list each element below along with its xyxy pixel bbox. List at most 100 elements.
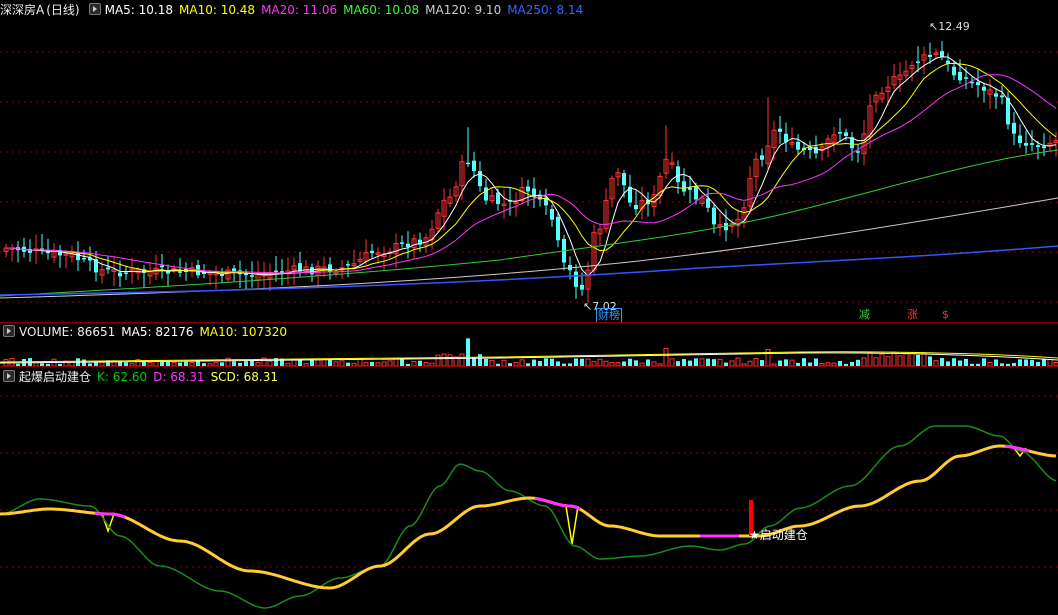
candle-body [580, 284, 584, 290]
volume-bar [903, 353, 909, 366]
indicator-scd: SCD: 68.31 [210, 370, 279, 384]
volume-bar [712, 359, 716, 366]
indicator-expand-arrow-icon[interactable] [3, 370, 15, 382]
period-label: (日线) [46, 3, 80, 17]
candle-body [694, 185, 698, 200]
candle-body [994, 93, 998, 97]
volume-bar [867, 352, 873, 366]
candle-body [1042, 146, 1046, 149]
expand-arrow-icon[interactable] [88, 3, 101, 15]
indicator-pane[interactable]: 起爆启动建仓 K: 62.60 D: 68.31 SCD: 68.31 ★启动建仓 [0, 366, 1058, 615]
ma5-line [6, 56, 1057, 277]
volume-bar [574, 358, 578, 366]
candle-body [1036, 145, 1040, 148]
volume-bar [873, 357, 879, 366]
volume-bar [784, 359, 788, 366]
volume-bar [1018, 359, 1022, 366]
candlestick-chart[interactable] [0, 0, 1058, 322]
volume-bar [393, 358, 399, 366]
ma60-label: MA60: 10.08 [343, 3, 420, 17]
marker-dollar[interactable]: $ [941, 308, 950, 321]
ma120-line [0, 197, 1058, 299]
volume-pane[interactable]: VOLUME: 86651 MA5: 82176 MA10: 107320 [0, 322, 1058, 366]
candle-body [484, 187, 488, 201]
marker-caibang[interactable]: 财榜 [596, 308, 622, 323]
d-highlight [94, 511, 126, 519]
volume-header: VOLUME: 86651 MA5: 82176 MA10: 107320 [0, 324, 293, 340]
candle-body [814, 146, 818, 154]
volume-bar [1042, 358, 1046, 366]
candle-body [574, 271, 578, 287]
candle-body [178, 271, 182, 273]
candle-body [118, 272, 122, 277]
candle-body [634, 204, 638, 210]
star-icon: ★ [749, 528, 760, 542]
candle-body [1012, 122, 1016, 134]
candle-body [682, 181, 686, 192]
indicator-d: D: 68.31 [153, 370, 205, 384]
ma60-line [0, 149, 1058, 297]
candle-body [106, 267, 110, 270]
candle-body [844, 132, 848, 136]
volume-bar [484, 359, 488, 366]
candle-body [1018, 135, 1022, 144]
volume-bar [706, 358, 710, 366]
candle-body [370, 250, 374, 254]
ma20-line [6, 74, 1057, 274]
high-price-label: ↖12.49 [929, 20, 970, 33]
candle-body [160, 265, 164, 268]
volume-bar [466, 338, 470, 366]
candle-body [466, 162, 470, 165]
volume-bar [544, 358, 548, 366]
indicator-chart[interactable] [0, 366, 1058, 615]
candle-body [928, 54, 932, 57]
volume-bar [753, 357, 759, 366]
candle-body [778, 128, 782, 132]
volume-bar [459, 353, 465, 366]
low-arrow-icon: ↖ [583, 300, 593, 313]
candle-body [976, 82, 980, 86]
volume-bar [717, 358, 723, 366]
candle-body [982, 86, 986, 91]
volume-bar [897, 355, 903, 366]
volume-bar [982, 358, 986, 366]
ma5-label: MA5: 10.18 [104, 3, 174, 17]
candle-body [622, 173, 626, 186]
high-arrow-icon: ↖ [929, 20, 939, 33]
volume-expand-arrow-icon[interactable] [3, 325, 15, 337]
ma10-label: MA10: 10.48 [179, 3, 256, 17]
candle-body [952, 66, 956, 76]
divergence-mark [101, 513, 115, 534]
volume-bar [478, 354, 482, 366]
volume-bar [550, 358, 554, 366]
volume-bar [891, 351, 897, 366]
candle-body [124, 272, 128, 274]
volume-bar [682, 359, 686, 366]
marker-jian[interactable]: 减 [858, 308, 871, 321]
marker-zhang[interactable]: 涨 [906, 308, 919, 321]
candle-body [328, 264, 332, 272]
indicator-name: 起爆启动建仓 [19, 370, 92, 384]
candle-body [250, 275, 254, 277]
candle-body [346, 264, 350, 266]
volume-bar [663, 347, 669, 366]
volume-bar [885, 356, 891, 366]
volume-bar [802, 358, 806, 366]
volume-bar [952, 358, 956, 366]
d-highlight [534, 496, 581, 511]
volume-bar [909, 352, 915, 366]
candle-body [796, 141, 800, 150]
candle-body [1000, 95, 1004, 98]
volume-bar [921, 352, 927, 366]
signal-label: ★启动建仓 [749, 528, 808, 542]
divergence-mark [565, 505, 579, 545]
candle-body [838, 132, 842, 134]
indicator-k: K: 62.60 [97, 370, 148, 384]
candle-body [706, 198, 710, 208]
candle-body [274, 270, 278, 273]
price-pane[interactable]: 深深房A (日线) MA5: 10.18 MA10: 10.48 MA20: 11.06… [0, 0, 1058, 323]
candle-body [688, 187, 692, 190]
candle-body [964, 77, 968, 79]
ma20-label: MA20: 11.06 [261, 3, 338, 17]
candle-body [496, 192, 500, 205]
